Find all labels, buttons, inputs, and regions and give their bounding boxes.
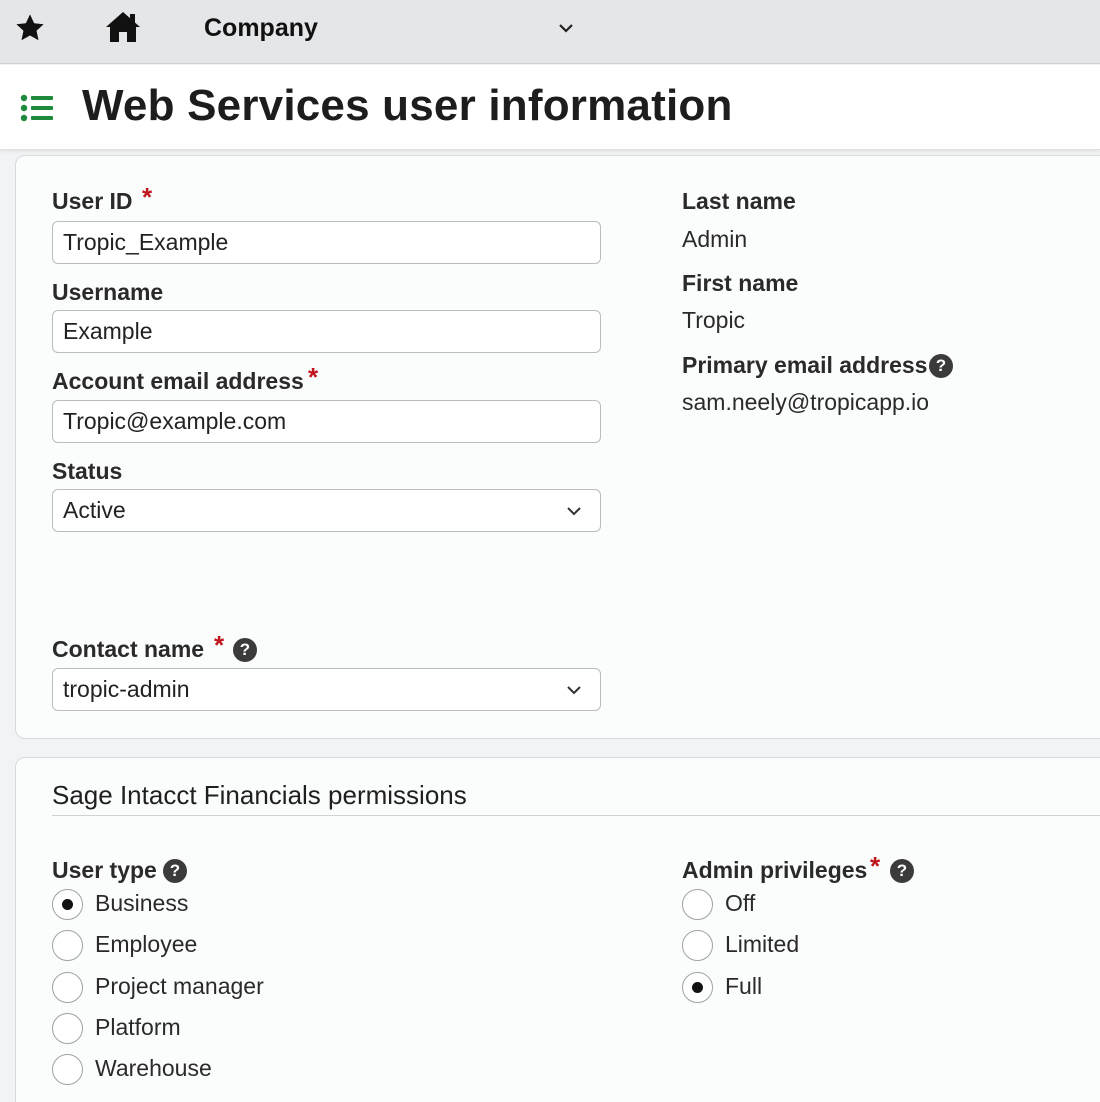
chevron-down-icon	[567, 507, 581, 516]
radio-option-limited[interactable]: Limited	[682, 930, 932, 962]
help-icon[interactable]: ?	[233, 638, 257, 662]
radio-option-platform[interactable]: Platform	[52, 1013, 352, 1045]
chevron-down-icon[interactable]	[556, 20, 576, 36]
account-email-label: Account email address *	[52, 362, 319, 394]
help-icon[interactable]: ?	[163, 859, 187, 883]
section-title: Sage Intacct Financials permissions	[52, 780, 467, 810]
contact-name-label: Contact name *	[52, 630, 225, 662]
user-id-input[interactable]	[52, 221, 601, 264]
first-name-value: Tropic	[682, 307, 746, 333]
status-label: Status	[52, 458, 123, 484]
last-name-value: Admin	[682, 226, 748, 252]
radio-button[interactable]	[52, 1054, 83, 1085]
page-title: Web Services user information	[82, 81, 733, 130]
radio-button[interactable]	[52, 1013, 83, 1044]
page-header: Web Services user information	[0, 65, 1100, 150]
section-divider	[52, 815, 1100, 816]
company-menu-label[interactable]: Company	[204, 14, 318, 43]
radio-option-warehouse[interactable]: Warehouse	[52, 1054, 352, 1086]
contact-name-selected-value: tropic-admin	[63, 676, 190, 702]
radio-button[interactable]	[52, 889, 83, 920]
last-name-label: Last name	[682, 188, 796, 214]
account-email-input[interactable]	[52, 400, 601, 443]
top-nav-bar: Company	[0, 0, 1100, 64]
help-icon[interactable]: ?	[929, 354, 953, 378]
list-icon[interactable]	[20, 93, 54, 123]
radio-option-project-manager[interactable]: Project manager	[52, 972, 352, 1004]
required-marker: *	[870, 851, 881, 881]
help-icon[interactable]: ?	[890, 859, 914, 883]
contact-name-select[interactable]: tropic-admin	[52, 668, 601, 711]
radio-option-business[interactable]: Business	[52, 889, 352, 921]
radio-button[interactable]	[682, 889, 713, 920]
username-input[interactable]	[52, 310, 601, 353]
required-marker: *	[214, 630, 225, 660]
radio-button[interactable]	[682, 930, 713, 961]
radio-option-full[interactable]: Full	[682, 972, 932, 1004]
status-selected-value: Active	[63, 497, 126, 523]
radio-option-employee[interactable]: Employee	[52, 930, 352, 962]
primary-email-label: Primary email address	[682, 352, 928, 378]
user-id-label: User ID *	[52, 182, 153, 214]
chevron-down-icon	[567, 686, 581, 695]
radio-button[interactable]	[52, 930, 83, 961]
radio-button[interactable]	[52, 972, 83, 1003]
primary-email-value: sam.neely@tropicapp.io	[682, 389, 930, 415]
star-icon[interactable]	[14, 12, 46, 44]
radio-button[interactable]	[682, 972, 713, 1003]
username-label: Username	[52, 279, 164, 305]
user-type-label: User type	[52, 857, 157, 883]
home-icon[interactable]	[104, 10, 142, 44]
required-marker: *	[308, 362, 319, 392]
first-name-label: First name	[682, 270, 799, 296]
admin-privileges-label: Admin privileges *	[682, 851, 881, 883]
required-marker: *	[142, 182, 153, 212]
radio-option-off[interactable]: Off	[682, 889, 932, 921]
status-select[interactable]: Active	[52, 489, 601, 532]
